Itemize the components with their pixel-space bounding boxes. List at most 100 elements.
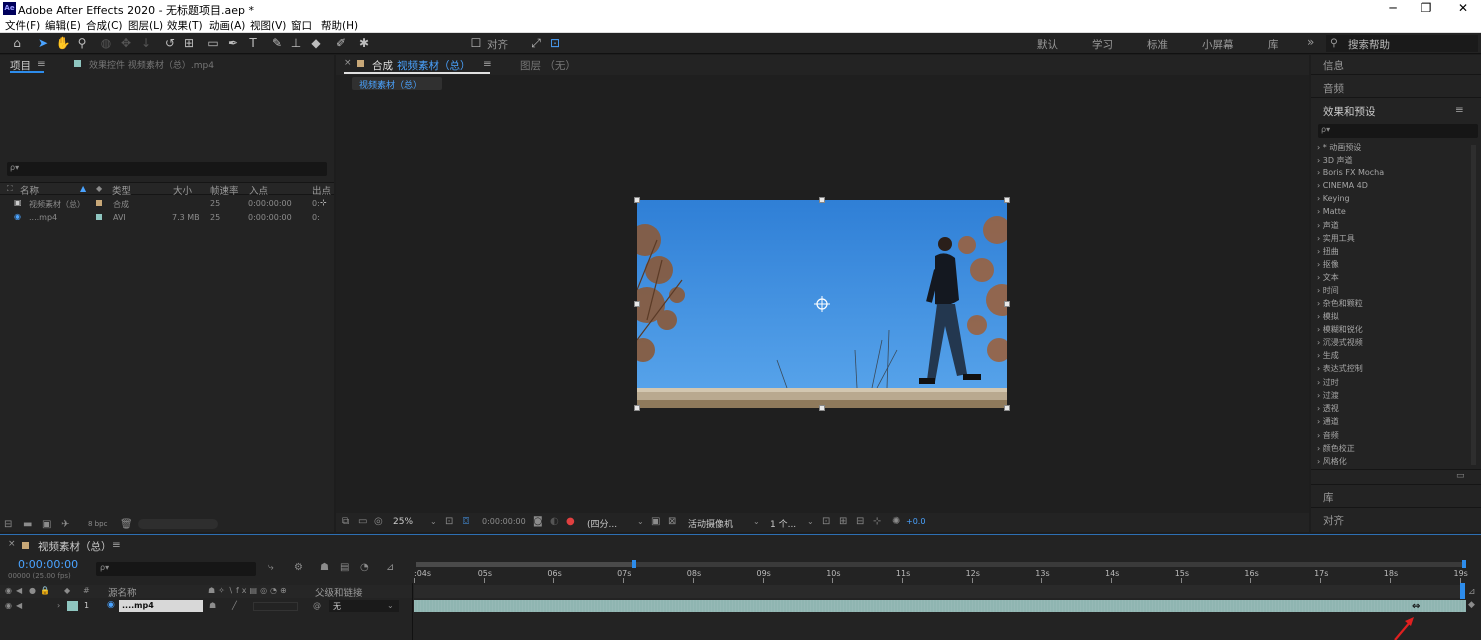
library-panel-tab[interactable]: 库 bbox=[1323, 490, 1334, 505]
puppet-pin-icon[interactable]: ✱ bbox=[355, 35, 373, 52]
effect-category[interactable]: › 透视 bbox=[1317, 403, 1339, 414]
tab-effect-controls[interactable]: 效果控件 视频素材（总）.mp4 bbox=[89, 58, 214, 71]
monitor-icon[interactable]: ▭ bbox=[358, 516, 367, 527]
effect-category[interactable]: › 音频 bbox=[1317, 430, 1339, 441]
transform-handle[interactable] bbox=[634, 405, 640, 411]
comp-tab-name[interactable]: 视频素材（总） bbox=[397, 58, 471, 73]
effect-category[interactable]: › 时间 bbox=[1317, 285, 1339, 296]
menu-file[interactable]: 文件(F) bbox=[5, 18, 40, 33]
shy-switch-icon[interactable]: ☗ bbox=[209, 601, 216, 610]
tab-layer[interactable]: 图层 （无） bbox=[520, 58, 576, 73]
exposure-icon[interactable]: ✺ bbox=[892, 516, 900, 527]
effect-category[interactable]: › 抠像 bbox=[1317, 259, 1339, 270]
zoom-tool-icon[interactable]: ⚲ bbox=[73, 35, 91, 52]
comp-menu-icon[interactable]: ≡ bbox=[483, 58, 492, 70]
layer-duration-bar[interactable] bbox=[414, 600, 1466, 612]
chevron-down-icon[interactable]: ⌄ bbox=[807, 517, 814, 526]
visibility-icon[interactable]: ◉ bbox=[5, 601, 12, 610]
effect-category[interactable]: › 3D 声道 bbox=[1317, 155, 1353, 166]
project-settings-icon[interactable]: ✈ bbox=[61, 519, 69, 530]
menu-effect[interactable]: 效果(T) bbox=[167, 18, 203, 33]
snapshot-icon[interactable]: ◙ bbox=[533, 516, 543, 527]
transform-handle[interactable] bbox=[634, 301, 640, 307]
effect-category[interactable]: › * 动画预设 bbox=[1317, 142, 1361, 153]
rotate-tool-icon[interactable]: ↺ bbox=[161, 35, 179, 52]
exposure-value[interactable]: +0.0 bbox=[906, 517, 925, 526]
graph-editor-icon[interactable]: ⊿ bbox=[386, 562, 394, 573]
audio-panel-tab[interactable]: 音频 bbox=[1323, 81, 1344, 96]
effect-category[interactable]: › 沉浸式视频 bbox=[1317, 337, 1363, 348]
menu-edit[interactable]: 编辑(E) bbox=[45, 18, 81, 33]
effect-category[interactable]: › 风格化 bbox=[1317, 456, 1347, 467]
effect-category[interactable]: › 杂色和颗粒 bbox=[1317, 298, 1363, 309]
effects-scrollbar[interactable] bbox=[1471, 145, 1476, 465]
col-fps[interactable]: 帧速率 bbox=[210, 183, 239, 197]
comp-mini-flowchart-icon[interactable]: ⤷ bbox=[268, 562, 274, 573]
expand-arrow-icon[interactable]: › bbox=[57, 601, 60, 610]
align-checkbox[interactable]: ☐ bbox=[470, 35, 482, 52]
pan-tool-icon[interactable]: ✥ bbox=[117, 35, 135, 52]
hand-tool-icon[interactable]: ✋ bbox=[54, 35, 72, 52]
chevron-down-icon[interactable]: ⌄ bbox=[753, 517, 760, 526]
project-row[interactable]: ▣ 视频素材（总） 合成 25 0:00:00:00 0: ⊹ bbox=[0, 197, 334, 210]
effect-category[interactable]: › 过渡 bbox=[1317, 390, 1339, 401]
orbit-tool-icon[interactable]: ◍ bbox=[97, 35, 115, 52]
tag-icon[interactable]: ◆ bbox=[96, 184, 102, 193]
effect-category[interactable]: › Matte bbox=[1317, 207, 1346, 216]
project-menu-icon[interactable]: ≡ bbox=[37, 58, 46, 70]
timeline-menu-icon[interactable]: ≡ bbox=[112, 539, 121, 551]
restore-button[interactable]: ❐ bbox=[1411, 1, 1441, 16]
workspace-library[interactable]: 库 bbox=[1268, 37, 1279, 52]
solo-icon[interactable]: ● bbox=[29, 586, 36, 595]
workspace-standard[interactable]: 标准 bbox=[1147, 37, 1168, 52]
menu-animation[interactable]: 动画(A) bbox=[209, 18, 245, 33]
comp-tab-prefix[interactable]: 合成 bbox=[372, 58, 393, 73]
menu-window[interactable]: 窗口 bbox=[291, 18, 312, 33]
switch-boxes[interactable] bbox=[253, 602, 298, 611]
effect-category[interactable]: › Keying bbox=[1317, 194, 1350, 203]
lock-icon[interactable]: 🔒 bbox=[40, 586, 50, 595]
toggle-pixel-icon[interactable]: ⊡ bbox=[822, 516, 830, 527]
thumbnail-scrollbar[interactable] bbox=[138, 519, 218, 529]
project-row[interactable]: ◉ ....mp4 AVI 7.3 MB 25 0:00:00:00 0: bbox=[0, 211, 334, 224]
transform-handle[interactable] bbox=[634, 197, 640, 203]
current-time[interactable]: 0:00:00:00 bbox=[18, 558, 78, 571]
flowchart-icon[interactable]: ⊹ bbox=[873, 516, 881, 527]
project-search-input[interactable]: ρ▾ bbox=[7, 162, 327, 176]
views-select[interactable]: 1 个... bbox=[770, 517, 796, 530]
info-panel-tab[interactable]: 信息 bbox=[1323, 58, 1344, 73]
comp-breadcrumb[interactable]: 视频素材（总） bbox=[352, 77, 442, 91]
label-swatch[interactable] bbox=[67, 601, 78, 611]
new-bin-icon[interactable]: ▭ bbox=[1456, 471, 1465, 481]
quality-switch-icon[interactable]: ╱ bbox=[232, 601, 237, 610]
transform-handle[interactable] bbox=[1004, 405, 1010, 411]
more-workspaces-icon[interactable]: » bbox=[1307, 35, 1314, 49]
always-preview-icon[interactable]: ⧉ bbox=[342, 516, 349, 527]
workspace-small-screen[interactable]: 小屏幕 bbox=[1202, 37, 1234, 52]
col-size[interactable]: 大小 bbox=[173, 183, 192, 197]
effect-category[interactable]: › 通道 bbox=[1317, 416, 1339, 427]
text-tool-icon[interactable]: T bbox=[244, 35, 262, 52]
resolution-select[interactable]: (四分... bbox=[587, 517, 617, 530]
flowchart-icon[interactable]: ⊹ bbox=[320, 198, 327, 207]
mask-icon[interactable]: ⌼ bbox=[463, 516, 469, 527]
rectangle-tool-icon[interactable]: ▭ bbox=[204, 35, 222, 52]
work-area-end-marker[interactable] bbox=[1462, 560, 1466, 568]
parent-select[interactable]: 无 ⌄ bbox=[329, 600, 399, 612]
roto-brush-icon[interactable]: ✐ bbox=[332, 35, 350, 52]
chevron-down-icon[interactable]: ⌄ bbox=[637, 517, 644, 526]
snapping-icon[interactable]: ⊡ bbox=[546, 35, 564, 52]
effect-category[interactable]: › 模糊和锐化 bbox=[1317, 324, 1363, 335]
pen-tool-icon[interactable]: ✒ bbox=[224, 35, 242, 52]
dolly-tool-icon[interactable]: ↓ bbox=[137, 35, 155, 52]
close-tab-icon[interactable]: × bbox=[8, 539, 16, 549]
effect-category[interactable]: › 生成 bbox=[1317, 350, 1339, 361]
timeline-tab-name[interactable]: 视频素材（总） bbox=[38, 539, 112, 554]
anchor-tool-icon[interactable]: ⊞ bbox=[180, 35, 198, 52]
search-help-field[interactable]: ⚲ 搜索帮助 bbox=[1326, 35, 1478, 52]
menu-layer[interactable]: 图层(L) bbox=[128, 18, 163, 33]
show-snapshot-icon[interactable]: ◐ bbox=[550, 516, 559, 527]
layer-row[interactable]: ◉ ◀ › 1 ◉ ....mp4 ☗ ╱ @ 无 ⌄ bbox=[0, 599, 412, 613]
visibility-icon[interactable]: ◉ bbox=[5, 586, 12, 595]
audio-icon[interactable]: ◀ bbox=[16, 601, 22, 610]
